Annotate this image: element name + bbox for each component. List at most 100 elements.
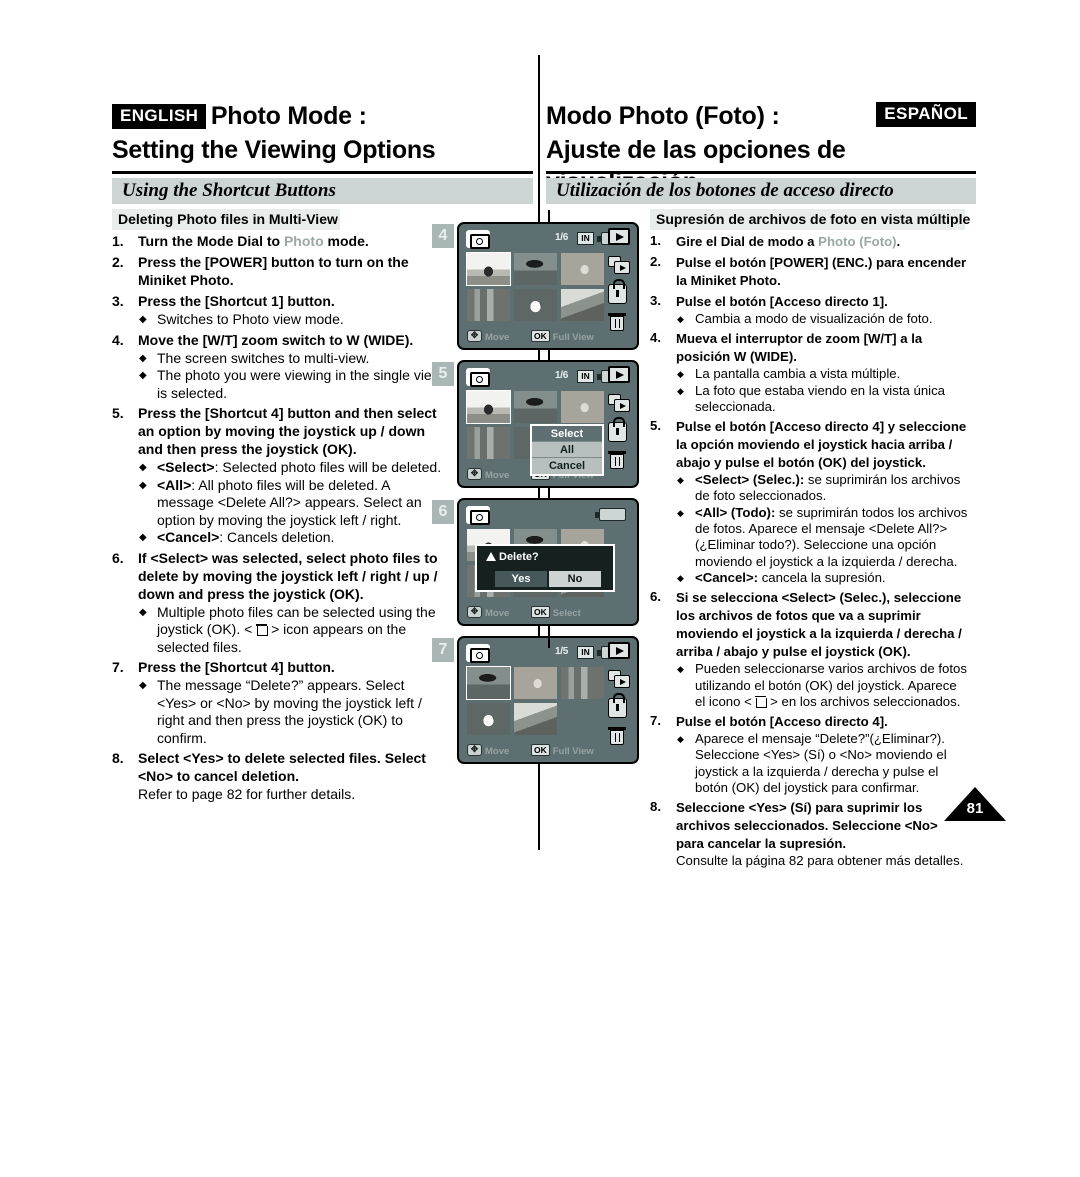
photo-thumbnail[interactable]	[514, 667, 557, 699]
bullet-item: <All> (Todo): se suprimirán todos los ar…	[676, 505, 968, 570]
step-bullets: Aparece el mensaje “Delete?”(¿Eliminar?)…	[676, 731, 968, 796]
dialog-no-button[interactable]: No	[549, 571, 601, 587]
step-footnote: Consulte la página 82 para obtener más d…	[676, 853, 964, 869]
lcd-hint-bar: Move OKFull View	[459, 743, 637, 760]
multi-view-icon[interactable]	[608, 256, 632, 276]
page-subtitle-english: Setting the Viewing Options	[112, 136, 436, 164]
delete-confirm-dialog: Delete? Yes No	[475, 544, 615, 592]
lcd-icon-rail	[608, 642, 634, 754]
lock-icon[interactable]	[608, 279, 632, 304]
play-icon[interactable]	[608, 366, 632, 386]
bullet-item: <Cancel>: Cancels deletion.	[138, 529, 442, 547]
step-marker: 4	[432, 224, 454, 248]
move-hint: Move	[467, 743, 509, 757]
step-number: 7.	[650, 713, 661, 729]
bullet-option-name: <All> (Todo):	[695, 504, 776, 520]
connector-line	[548, 636, 550, 648]
step-bullets: Cambia a modo de visualización de foto.	[676, 311, 968, 328]
step-bullets: Pueden seleccionarse varios archivos de …	[676, 661, 968, 710]
step-number: 3.	[650, 293, 661, 308]
ok-hint: OK Select	[531, 606, 581, 619]
photo-thumbnail[interactable]	[514, 703, 557, 735]
photo-counter: 1/6	[555, 370, 569, 381]
step-number: 4.	[650, 330, 661, 346]
bullet-item: Cambia a modo de visualización de foto.	[676, 311, 968, 328]
page-number-text: 81	[966, 800, 984, 817]
multi-view-icon[interactable]	[608, 394, 632, 414]
dialog-title: Delete?	[486, 551, 539, 563]
step-text: Gire el Dial de modo a Photo (Foto).	[676, 234, 901, 249]
instructions-spanish: 1. Gire el Dial de modo a Photo (Foto). 2.…	[650, 233, 968, 873]
bullet-item: The photo you were viewing in the single…	[138, 367, 442, 402]
dpad-icon	[467, 605, 482, 618]
step-number: 5.	[112, 405, 124, 421]
step-item: 1. Turn the Mode Dial to Photo mode.	[112, 233, 442, 251]
photo-thumbnail[interactable]	[467, 703, 510, 735]
dpad-icon	[467, 743, 482, 756]
dialog-yes-button[interactable]: Yes	[495, 571, 547, 587]
bullet-item: <All>: All photo files will be deleted. …	[138, 477, 442, 530]
photo-thumbnail[interactable]	[514, 391, 557, 423]
subsection-banner-spanish: Supresión de archivos de foto en vista m…	[650, 209, 970, 230]
lcd-hint-bar: Move OKSelect	[459, 605, 637, 622]
step-text: If <Select> was selected, select photo f…	[138, 549, 438, 602]
menu-item[interactable]: All	[532, 442, 602, 458]
play-icon[interactable]	[608, 228, 632, 248]
multi-view-icon[interactable]	[608, 670, 632, 690]
delete-options-menu: Select All Cancel	[530, 424, 604, 476]
photo-thumbnail[interactable]	[561, 391, 604, 423]
dpad-icon	[467, 467, 482, 480]
photo-thumbnail[interactable]	[514, 289, 557, 321]
step-text: Seleccione <Yes> (Sí) para suprimir los …	[676, 800, 938, 852]
step-marker: 6	[432, 500, 454, 524]
lock-icon[interactable]	[608, 417, 632, 442]
lcd-screen: 1/5 IN Move OKFull View	[457, 636, 639, 764]
photo-counter: 1/5	[555, 646, 569, 657]
trash-icon	[256, 624, 269, 636]
bullet-option-name: <Select> (Selec.):	[695, 472, 805, 488]
connector-line	[548, 624, 550, 636]
language-tag-english: ENGLISH	[112, 104, 207, 129]
step-number: 1.	[112, 233, 124, 249]
photo-thumbnail[interactable]	[466, 390, 511, 424]
highlighted-mode-word: Photo	[283, 233, 324, 249]
step-number: 6.	[112, 549, 124, 566]
subsection-banner-english: Deleting Photo files in Multi-View	[112, 209, 340, 230]
page-number: 81	[944, 787, 1006, 821]
section-banner-english: Using the Shortcut Buttons	[112, 178, 533, 204]
bullet-item: Switches to Photo view mode.	[138, 311, 442, 329]
step-text: Pulse el botón [Acceso directo 1].	[676, 294, 888, 309]
photo-thumbnail[interactable]	[561, 253, 604, 285]
photo-thumbnail[interactable]	[467, 427, 510, 459]
step-bullets: <Select>: Selected photo files will be d…	[138, 459, 442, 547]
lcd-screen: 1/6INSelectAllCancelMoveOKFull View	[457, 360, 639, 488]
step-item: 8. Select <Yes> to delete selected files.…	[112, 750, 442, 804]
play-icon[interactable]	[608, 642, 632, 662]
bullet-option-name: <Select>	[157, 459, 215, 475]
step-item: 8. Seleccione <Yes> (Sí) para suprimir lo…	[650, 799, 968, 869]
step-number: 2.	[650, 254, 661, 269]
step-item: 3. Press the [Shortcut 1] button. Switches…	[112, 293, 442, 329]
photo-thumbnail[interactable]	[561, 667, 604, 699]
step-number: 8.	[650, 799, 661, 815]
bullet-item: La pantalla cambia a vista múltiple.	[676, 366, 968, 383]
step-number: 4.	[112, 331, 124, 348]
photo-thumbnail[interactable]	[467, 289, 510, 321]
battery-icon	[595, 508, 626, 521]
menu-item[interactable]: Cancel	[532, 458, 602, 474]
photo-thumbnail[interactable]	[514, 253, 557, 285]
photo-thumbnail[interactable]	[466, 252, 511, 286]
header-rule-spanish	[546, 171, 976, 174]
menu-item[interactable]: Select	[532, 426, 602, 442]
manual-page: ENGLISH Photo Mode : Setting the Viewing…	[0, 0, 1080, 1177]
photo-thumbnail[interactable]	[561, 289, 604, 321]
step-text: Press the [Shortcut 4] button.	[138, 659, 335, 675]
connector-line	[548, 486, 550, 498]
move-hint: Move	[467, 329, 509, 343]
step-footnote: Refer to page 82 for further details.	[138, 786, 356, 802]
photo-thumbnail[interactable]	[466, 666, 511, 700]
warning-icon	[486, 552, 496, 561]
bullet-item-trash: Multiple photo files can be selected usi…	[138, 604, 442, 657]
step-item: 4. Move the [W/T] zoom switch to W (WIDE)…	[112, 332, 442, 403]
lock-icon[interactable]	[608, 693, 632, 718]
